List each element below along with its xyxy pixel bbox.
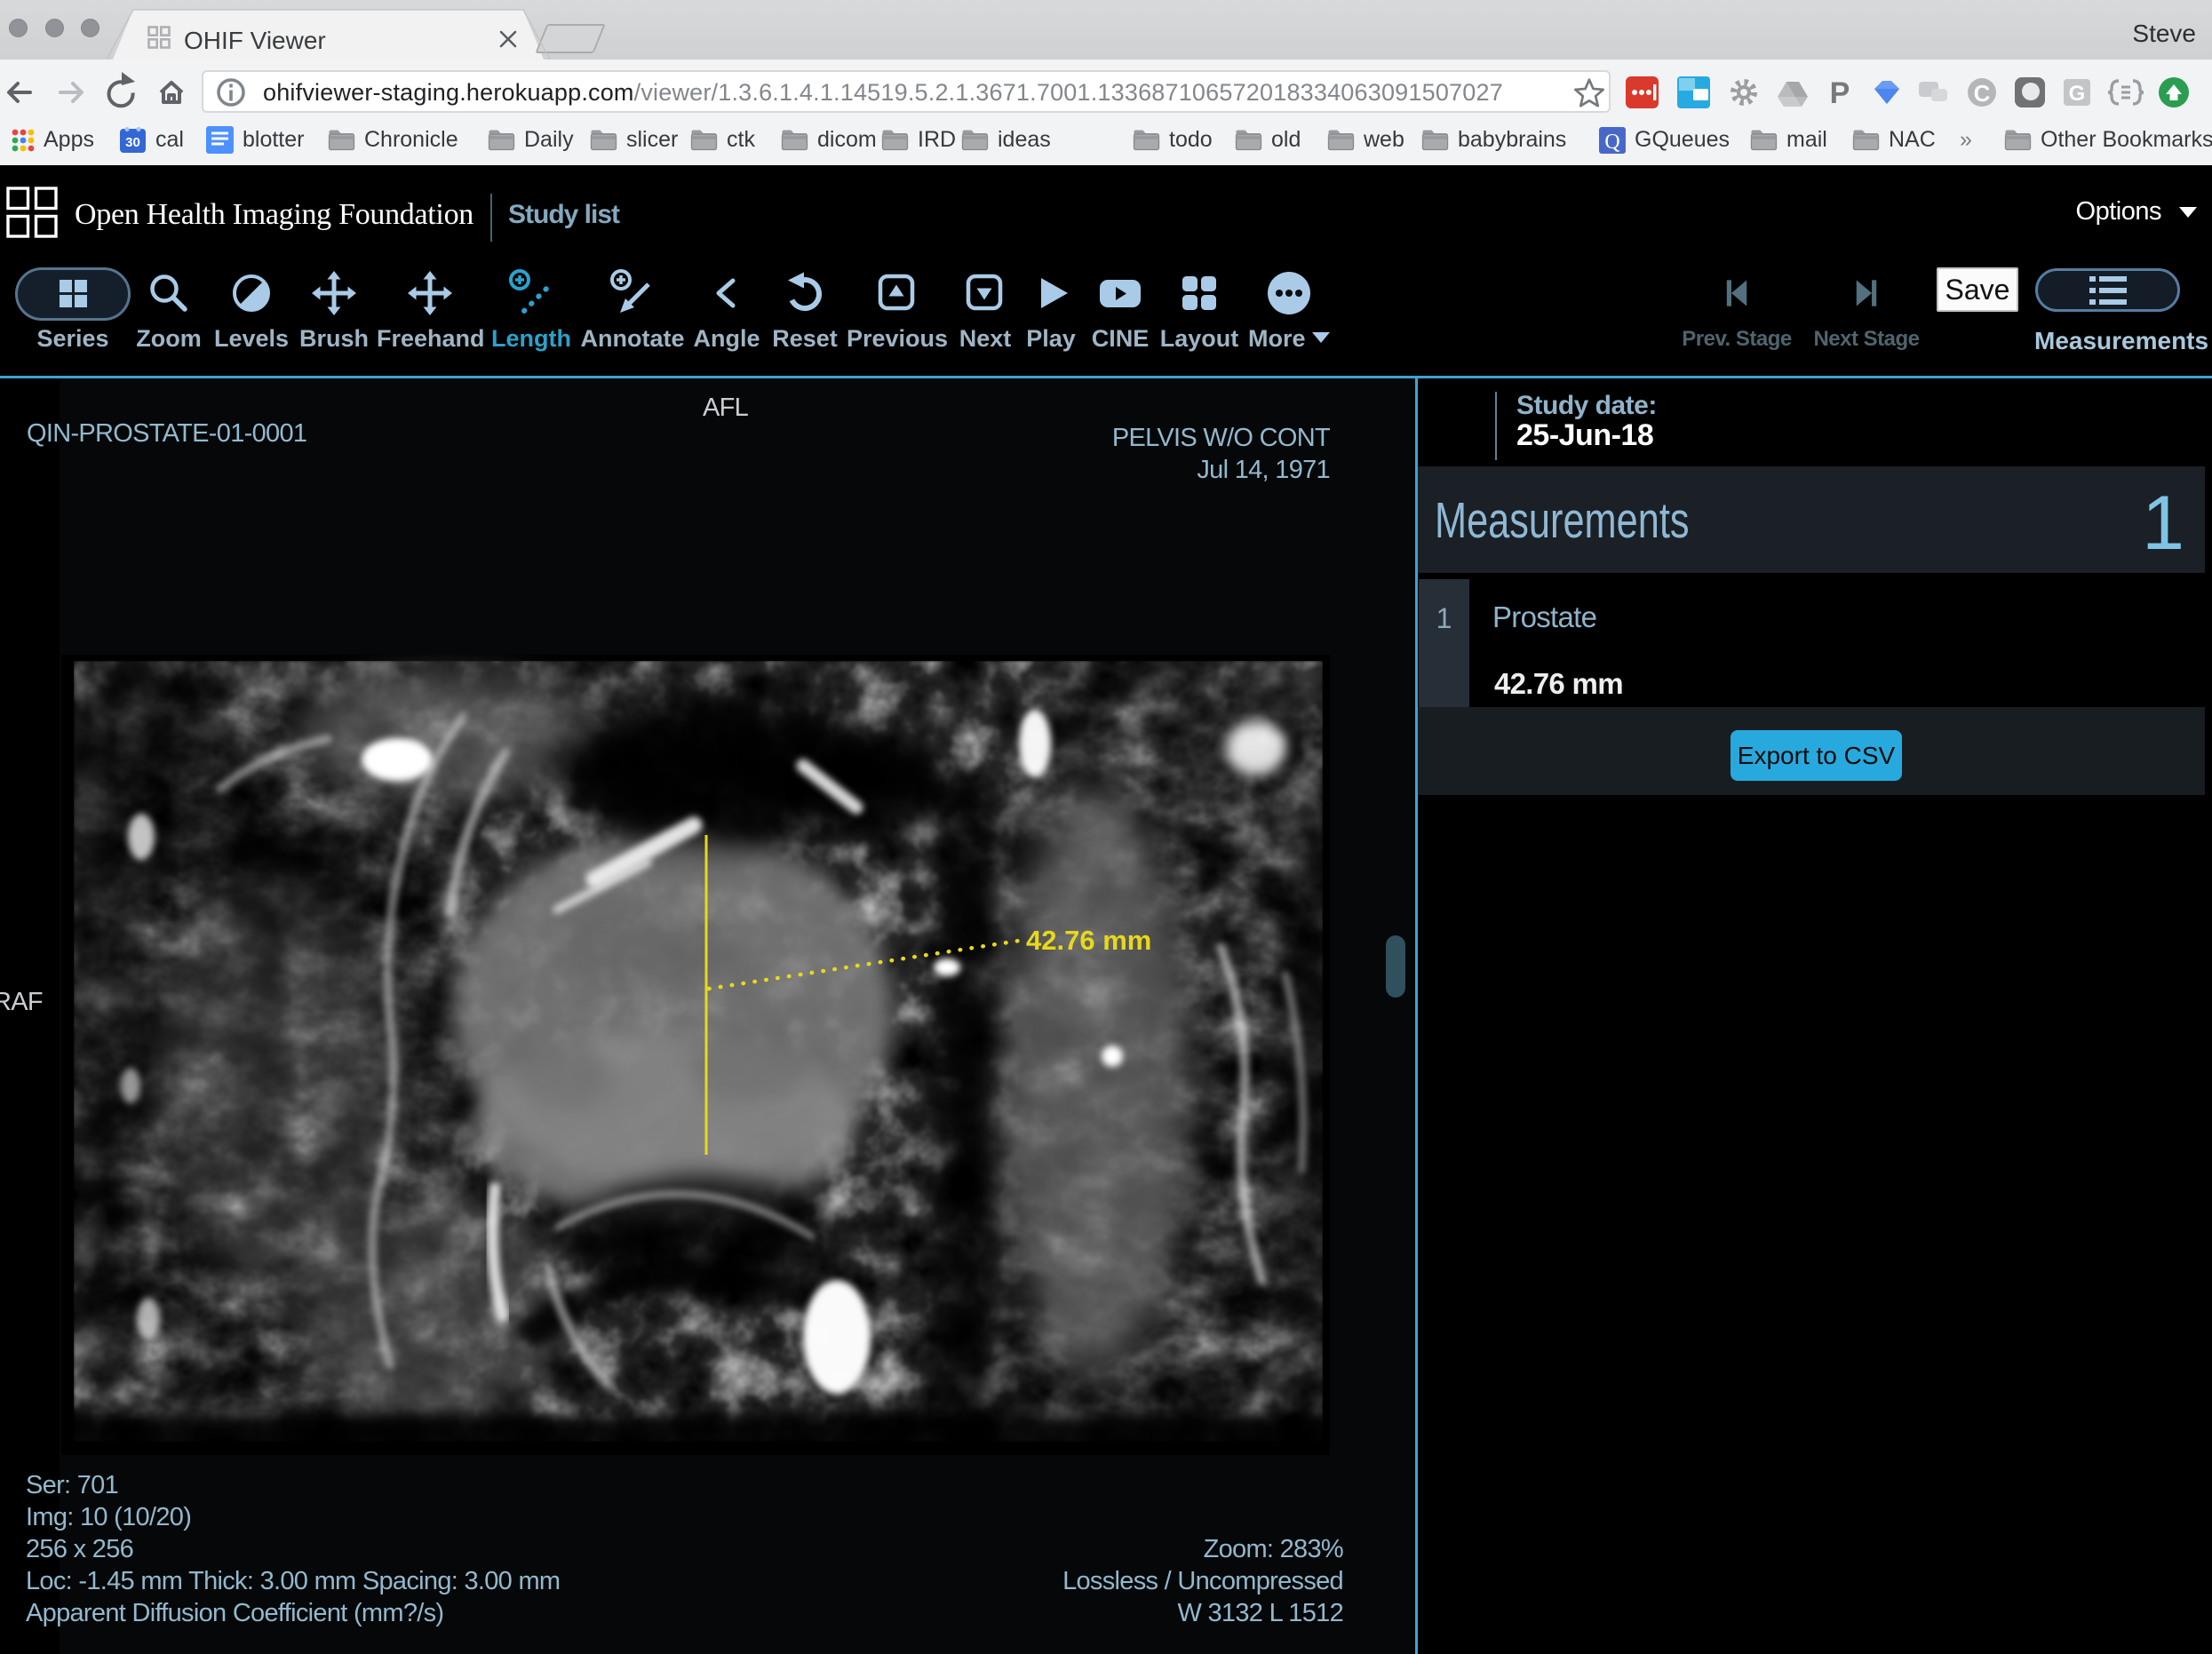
svg-text:30: 30 <box>125 135 140 150</box>
svg-text:Q: Q <box>1604 131 1619 154</box>
svg-text:42.76 mm: 42.76 mm <box>1026 925 1151 956</box>
svg-text:G: G <box>2069 82 2086 106</box>
svg-text:P: P <box>1830 76 1850 110</box>
svg-text:C: C <box>1974 80 1991 107</box>
